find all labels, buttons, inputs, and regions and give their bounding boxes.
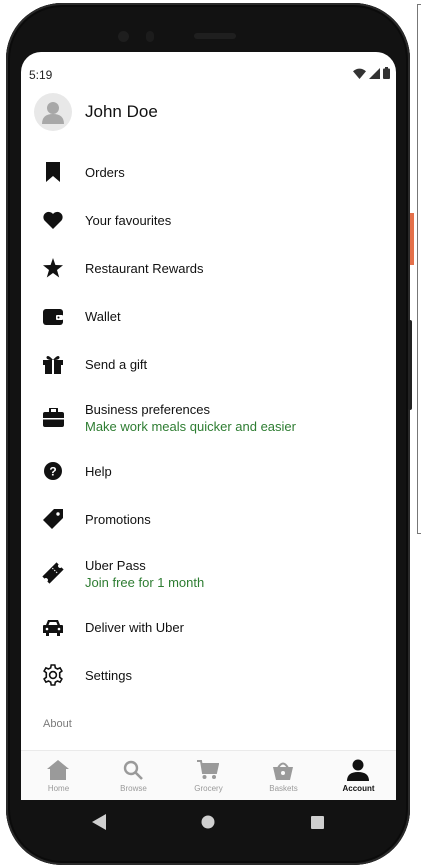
tab-browse[interactable]: Browse (96, 751, 171, 800)
menu-item-subtitle: Make work meals quicker and easier (85, 419, 296, 434)
star-icon (41, 256, 65, 280)
menu-item-label: Deliver with Uber (85, 620, 184, 635)
background-panel (417, 4, 421, 534)
menu-item-label: Restaurant Rewards (85, 261, 204, 276)
cart-icon (196, 759, 220, 781)
wallet-icon (41, 304, 65, 328)
status-icons (353, 67, 390, 79)
recents-icon[interactable] (307, 812, 327, 832)
menu-item-subtitle: Join free for 1 month (85, 575, 205, 590)
menu-item-label: Business preferences (85, 402, 211, 417)
profile-header[interactable]: John Doe (21, 90, 396, 136)
tab-account[interactable]: Account (321, 751, 396, 800)
menu-item-label: Your favourites (85, 213, 172, 228)
menu-item-label: Uber Pass (85, 558, 146, 573)
about-link[interactable]: About (43, 718, 72, 730)
profile-name: John Doe (85, 102, 158, 121)
heart-icon (41, 208, 65, 232)
menu-item-label: Wallet (85, 309, 121, 324)
menu-item-deliver-with-uber[interactable]: Deliver with Uber (21, 604, 396, 650)
signal-icon (369, 67, 380, 79)
menu-item-settings[interactable]: Settings (21, 652, 396, 698)
menu-item-send-gift[interactable]: Send a gift (21, 341, 396, 387)
menu-item-label: Promotions (85, 512, 151, 527)
status-time: 5:19 (29, 68, 53, 82)
avatar-person-icon (42, 102, 64, 124)
earpiece-speaker (194, 33, 236, 39)
menu-item-label: Help (85, 464, 112, 479)
gift-icon (41, 352, 65, 376)
app-screen: 5:19 John Doe Orders Your favourites Res… (21, 52, 396, 800)
help-icon: ? (41, 459, 65, 483)
tab-label: Account (342, 784, 375, 793)
menu-item-uber-pass[interactable]: Uber Pass Join free for 1 month (21, 546, 396, 598)
tab-label: Browse (120, 784, 147, 793)
bottom-tab-bar: Home Browse Grocery Baskets Account (21, 750, 396, 800)
menu-item-promotions[interactable]: Promotions (21, 496, 396, 542)
menu-item-label: Settings (85, 668, 132, 683)
menu-item-label: Orders (85, 165, 125, 180)
search-icon (121, 759, 145, 781)
front-camera-icon (118, 31, 129, 42)
tab-label: Baskets (269, 784, 298, 793)
tab-baskets[interactable]: Baskets (246, 751, 321, 800)
tab-label: Grocery (194, 784, 223, 793)
bookmark-icon (41, 160, 65, 184)
sensor-icon (146, 31, 154, 42)
tab-label: Home (47, 784, 70, 793)
basket-icon (271, 759, 295, 781)
menu-item-business-preferences[interactable]: Business preferences Make work meals qui… (21, 390, 396, 442)
svg-text:?: ? (49, 465, 56, 479)
power-button (408, 320, 412, 410)
menu-item-favourites[interactable]: Your favourites (21, 197, 396, 243)
wifi-icon (353, 68, 366, 79)
tag-icon (41, 507, 65, 531)
home-icon (46, 759, 70, 781)
android-navigation-bar (21, 800, 396, 844)
battery-icon (383, 67, 390, 79)
tab-home[interactable]: Home (21, 751, 96, 800)
menu-item-wallet[interactable]: Wallet (21, 293, 396, 339)
tab-grocery[interactable]: Grocery (171, 751, 246, 800)
menu-item-orders[interactable]: Orders (21, 149, 396, 195)
home-button-icon[interactable] (198, 812, 218, 832)
menu-item-label: Send a gift (85, 357, 148, 372)
briefcase-icon (41, 405, 65, 429)
back-icon[interactable] (89, 812, 109, 832)
menu-item-help[interactable]: ? Help (21, 448, 396, 494)
menu-item-restaurant-rewards[interactable]: Restaurant Rewards (21, 245, 396, 291)
gear-icon (41, 663, 65, 687)
avatar[interactable] (34, 93, 72, 131)
car-icon (41, 615, 65, 639)
person-icon (346, 759, 370, 781)
ticket-icon (41, 561, 65, 585)
